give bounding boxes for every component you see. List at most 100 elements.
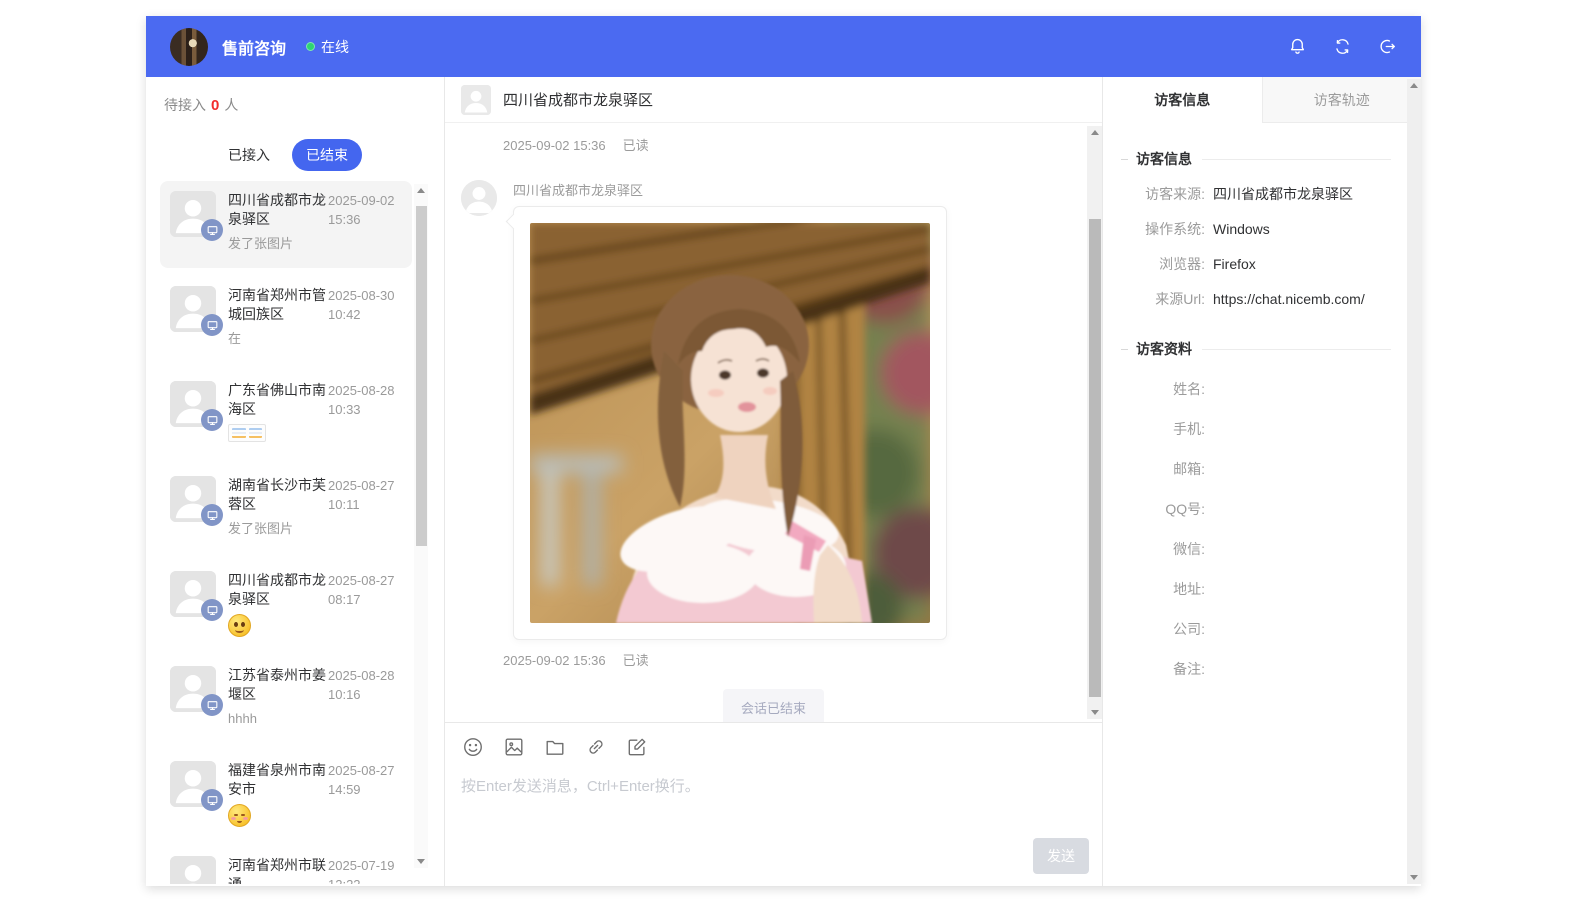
scrollbar-thumb[interactable] [416, 206, 427, 546]
session-list-item[interactable]: 四川省成都市龙泉驿区 2025-08-27 08:17 [160, 561, 412, 648]
chat-messages: 2025-09-02 15:36 已读 四川省成都市龙泉驿区 [445, 123, 1102, 722]
scroll-down-arrow[interactable] [1407, 871, 1421, 884]
desktop-source-icon [201, 599, 223, 621]
field-value: 四川省成都市龙泉驿区 [1213, 185, 1353, 204]
top-bar: 售前咨询 在线 [146, 16, 1421, 77]
send-button[interactable]: 发送 [1033, 838, 1089, 874]
link-icon[interactable] [584, 736, 607, 759]
field-label: 微信: [1121, 540, 1205, 559]
session-name: 湖南省长沙市芙蓉区 [228, 476, 327, 514]
session-ended-badge: 会话已结束 [723, 689, 824, 722]
image-icon[interactable] [502, 736, 525, 759]
session-time: 2025-08-27 08:17 [328, 571, 402, 609]
session-name: 江苏省泰州市姜堰区 [228, 666, 327, 704]
emoji-icon[interactable] [461, 736, 484, 759]
session-time: 2025-08-28 10:33 [328, 381, 402, 419]
refresh-icon[interactable] [1333, 37, 1352, 56]
scroll-down-arrow[interactable] [1087, 706, 1102, 719]
session-clock: 10:16 [328, 685, 402, 704]
message-bubble [513, 206, 947, 640]
field-value: Firefox [1213, 255, 1256, 274]
field-label: 邮箱: [1121, 460, 1205, 479]
visitor-field-row: 操作系统: Windows [1121, 220, 1391, 239]
scroll-down-arrow[interactable] [414, 855, 428, 868]
field-label: 操作系统: [1121, 220, 1205, 239]
waiting-count: 0 [211, 97, 219, 114]
session-list-item[interactable]: 江苏省泰州市姜堰区 2025-08-28 10:16 hhhh [160, 656, 412, 743]
chat-header: 四川省成都市龙泉驿区 [445, 77, 1102, 123]
session-list-item[interactable]: 四川省成都市龙泉驿区 2025-09-02 15:36 发了张图片 [160, 181, 412, 268]
visitor-field-row: 来源Url: https://chat.nicemb.com/ [1121, 290, 1391, 309]
divider [1202, 349, 1391, 350]
composer: 发送 [445, 722, 1102, 886]
session-time: 2025-07-19 12:22 [328, 856, 402, 884]
field-label: 浏览器: [1121, 255, 1205, 274]
session-preview [228, 804, 402, 828]
logout-icon[interactable] [1378, 37, 1397, 56]
folder-icon[interactable] [543, 736, 566, 759]
read-status: 已读 [623, 653, 649, 668]
field-label: 来源Url: [1121, 290, 1205, 309]
desktop-source-icon [201, 314, 223, 336]
visitor-field-row: 访客来源: 四川省成都市龙泉驿区 [1121, 185, 1391, 204]
session-avatar [170, 286, 216, 332]
profile-fields: 姓名: 手机: 邮箱: QQ号: 微信: 地址: 公司: 备注: [1121, 380, 1391, 679]
session-date: 2025-08-30 [328, 286, 402, 305]
desktop-source-icon [201, 504, 223, 526]
session-tabs: 已接入 已结束 [146, 139, 444, 171]
tab-visitor-info[interactable]: 访客信息 [1103, 77, 1262, 123]
session-date: 2025-08-28 [328, 666, 402, 685]
desktop-source-icon [201, 694, 223, 716]
session-sidebar: 待接入0人 已接入 已结束 四川省成都市龙泉驿区 2025-09-02 15:3… [146, 77, 445, 886]
session-clock: 14:59 [328, 780, 402, 799]
tab-visitor-trail[interactable]: 访客轨迹 [1262, 77, 1422, 123]
session-date: 2025-07-19 [328, 856, 402, 875]
session-time: 2025-09-02 15:36 [328, 191, 402, 229]
visitor-profile-section-title: 访客资料 [1121, 339, 1391, 359]
message-sender: 四川省成都市龙泉驿区 [513, 180, 947, 199]
tab-ended[interactable]: 已结束 [292, 139, 362, 171]
session-name: 四川省成都市龙泉驿区 [228, 571, 327, 609]
chat-image-girl-portrait[interactable] [530, 223, 930, 623]
session-list-scrollbar[interactable] [414, 184, 428, 868]
field-label: 备注: [1121, 660, 1205, 679]
section-title-text: 访客信息 [1136, 149, 1192, 169]
session-date: 2025-09-02 [328, 191, 402, 210]
session-avatar [170, 381, 216, 427]
session-time: 2025-08-27 14:59 [328, 761, 402, 799]
scroll-up-arrow[interactable] [414, 184, 428, 197]
visitor-avatar [461, 85, 491, 115]
visitor-field-row: 微信: [1121, 540, 1391, 559]
field-label: 公司: [1121, 620, 1205, 639]
session-preview [228, 424, 402, 448]
session-clock: 10:11 [328, 495, 402, 514]
chat-title: 四川省成都市龙泉驿区 [503, 89, 653, 110]
visitor-field-row: 姓名: [1121, 380, 1391, 399]
scroll-up-arrow[interactable] [1087, 126, 1102, 139]
waiting-counter: 待接入0人 [146, 77, 444, 115]
divider [1202, 159, 1391, 160]
message-input[interactable] [461, 775, 1086, 850]
session-list-item[interactable]: 河南省郑州市联通 2025-07-19 12:22 [160, 846, 412, 884]
message-time: 2025-09-02 15:36 [503, 138, 606, 153]
session-preview-text: 发了张图片 [228, 519, 293, 539]
session-avatar [170, 761, 216, 807]
read-status: 已读 [623, 138, 649, 153]
visitor-info-section-title: 访客信息 [1121, 149, 1391, 169]
session-list-item[interactable]: 河南省郑州市管城回族区 2025-08-30 10:42 在 [160, 276, 412, 363]
session-preview: 发了张图片 [228, 234, 402, 258]
visitor-panel-scrollbar[interactable] [1407, 79, 1421, 884]
session-list-item[interactable]: 广东省佛山市南海区 2025-08-28 10:33 [160, 371, 412, 458]
session-list-item[interactable]: 福建省泉州市南安市 2025-08-27 14:59 [160, 751, 412, 838]
scroll-up-arrow[interactable] [1407, 79, 1421, 92]
desktop-source-icon [201, 219, 223, 241]
edit-icon[interactable] [625, 736, 648, 759]
tab-connected[interactable]: 已接入 [228, 145, 270, 165]
visitor-field-row: 备注: [1121, 660, 1391, 679]
session-list-item[interactable]: 湖南省长沙市芙蓉区 2025-08-27 10:11 发了张图片 [160, 466, 412, 553]
online-status-label: 在线 [321, 37, 349, 57]
bell-icon[interactable] [1288, 37, 1307, 56]
chat-scrollbar[interactable] [1087, 126, 1102, 719]
scrollbar-thumb[interactable] [1089, 219, 1101, 697]
message-meta: 2025-09-02 15:36 已读 [503, 135, 1102, 154]
